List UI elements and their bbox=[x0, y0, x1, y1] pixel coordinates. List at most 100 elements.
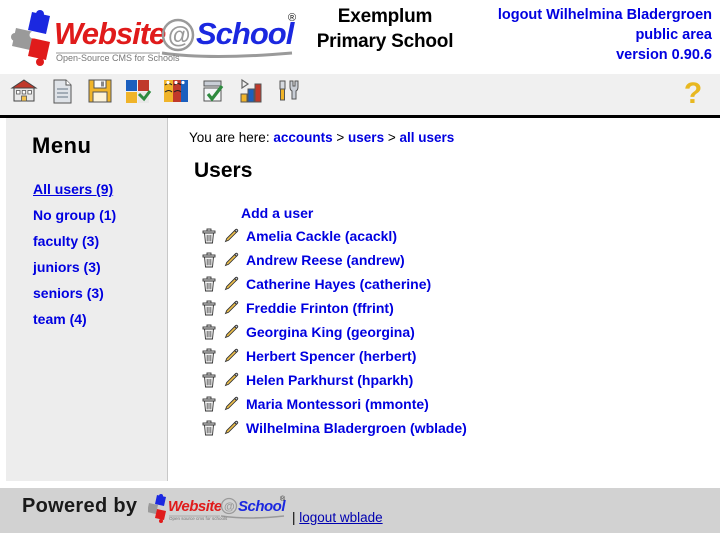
tools-icon[interactable] bbox=[274, 75, 306, 107]
pencil-icon[interactable] bbox=[221, 274, 241, 294]
footer-puzzle-mark bbox=[147, 494, 166, 523]
toolbar-icon-group bbox=[8, 75, 306, 107]
add-user-row: Add a user bbox=[241, 205, 720, 221]
help-glyph: ? bbox=[683, 77, 703, 110]
pencil-icon[interactable] bbox=[221, 322, 241, 342]
page-icon[interactable] bbox=[46, 75, 78, 107]
sidebar-item-all-users[interactable]: All users (9) bbox=[33, 181, 167, 197]
sidebar-link-all-users[interactable]: All users (9) bbox=[33, 181, 113, 197]
breadcrumb-separator-1: > bbox=[336, 130, 345, 145]
help-icon[interactable]: ? bbox=[680, 78, 706, 110]
pencil-icon[interactable] bbox=[221, 418, 241, 438]
footer-separator: | bbox=[292, 510, 296, 525]
user-link[interactable]: Helen Parkhurst (hparkh) bbox=[246, 372, 413, 388]
user-link[interactable]: Freddie Frinton (ffrint) bbox=[246, 300, 394, 316]
breadcrumb: You are here: accounts > users > all use… bbox=[189, 130, 720, 145]
logout-link[interactable]: logout Wilhelmina Bladergroen bbox=[498, 5, 712, 25]
breadcrumb-separator-2: > bbox=[387, 130, 396, 145]
pencil-icon[interactable] bbox=[221, 298, 241, 318]
svg-text:Open source cms for schools: Open source cms for schools bbox=[169, 516, 228, 521]
pencil-icon[interactable] bbox=[221, 370, 241, 390]
list-item: Maria Montessori (mmonte) bbox=[199, 392, 720, 416]
sidebar-item-faculty[interactable]: faculty (3) bbox=[33, 233, 167, 249]
pencil-icon[interactable] bbox=[221, 346, 241, 366]
breadcrumb-link-all-users[interactable]: all users bbox=[400, 130, 455, 145]
sidebar-link-no-group[interactable]: No group (1) bbox=[33, 207, 116, 223]
pencil-icon[interactable] bbox=[221, 226, 241, 246]
user-link[interactable]: Herbert Spencer (herbert) bbox=[246, 348, 416, 364]
trash-icon[interactable] bbox=[199, 394, 219, 414]
footer-logo[interactable]: Website @ School ® Open source cms for s… bbox=[147, 494, 288, 527]
header-status-block: logout Wilhelmina Bladergroen public are… bbox=[498, 5, 712, 65]
pencil-icon[interactable] bbox=[221, 394, 241, 414]
page-body: Menu All users (9) No group (1) faculty … bbox=[0, 118, 720, 481]
trash-icon[interactable] bbox=[199, 370, 219, 390]
add-user-button[interactable]: Add a user bbox=[241, 205, 313, 221]
svg-text:School: School bbox=[196, 16, 296, 51]
svg-text:®: ® bbox=[280, 495, 286, 503]
modules-icon[interactable] bbox=[122, 75, 154, 107]
sidebar-link-faculty[interactable]: faculty (3) bbox=[33, 233, 99, 249]
bottom-spacer bbox=[0, 533, 720, 544]
sidebar-item-team[interactable]: team (4) bbox=[33, 311, 167, 327]
site-logo[interactable]: Website @ School ® Open-Source CMS for S… bbox=[10, 8, 300, 66]
breadcrumb-link-users[interactable]: users bbox=[348, 130, 384, 145]
trash-icon[interactable] bbox=[199, 274, 219, 294]
user-link[interactable]: Maria Montessori (mmonte) bbox=[246, 396, 429, 412]
page-footer: Powered by Website @ School ® Open sourc… bbox=[0, 488, 720, 533]
sidebar-item-seniors[interactable]: seniors (3) bbox=[33, 285, 167, 301]
user-link[interactable]: Andrew Reese (andrew) bbox=[246, 252, 405, 268]
sidebar-link-team[interactable]: team (4) bbox=[33, 311, 87, 327]
trash-icon[interactable] bbox=[199, 250, 219, 270]
list-item: Freddie Frinton (ffrint) bbox=[199, 296, 720, 320]
svg-text:Open-Source CMS for Schools: Open-Source CMS for Schools bbox=[56, 53, 180, 63]
page-header: Website @ School ® Open-Source CMS for S… bbox=[0, 0, 720, 74]
list-item: Wilhelmina Bladergroen (wblade) bbox=[199, 416, 720, 440]
school-name: Exemplum Primary School bbox=[300, 4, 470, 54]
accounts-icon[interactable] bbox=[160, 75, 192, 107]
main-toolbar: ? bbox=[0, 74, 720, 118]
user-link[interactable]: Catherine Hayes (catherine) bbox=[246, 276, 431, 292]
tasks-icon[interactable] bbox=[198, 75, 230, 107]
list-item: Catherine Hayes (catherine) bbox=[199, 272, 720, 296]
trash-icon[interactable] bbox=[199, 226, 219, 246]
main-content: You are here: accounts > users > all use… bbox=[169, 118, 720, 481]
sidebar-title: Menu bbox=[32, 133, 92, 158]
trash-icon[interactable] bbox=[199, 322, 219, 342]
list-item: Amelia Cackle (acackl) bbox=[199, 224, 720, 248]
user-link[interactable]: Georgina King (georgina) bbox=[246, 324, 415, 340]
trash-icon[interactable] bbox=[199, 346, 219, 366]
school-name-line2: Primary School bbox=[316, 31, 454, 52]
sidebar-item-juniors[interactable]: juniors (3) bbox=[33, 259, 167, 275]
list-item: Herbert Spencer (herbert) bbox=[199, 344, 720, 368]
user-link[interactable]: Amelia Cackle (acackl) bbox=[246, 228, 397, 244]
pencil-icon[interactable] bbox=[221, 250, 241, 270]
trash-icon[interactable] bbox=[199, 418, 219, 438]
svg-text:@: @ bbox=[168, 22, 190, 48]
breadcrumb-link-accounts[interactable]: accounts bbox=[273, 130, 332, 145]
svg-text:@: @ bbox=[224, 501, 235, 513]
list-item: Helen Parkhurst (hparkh) bbox=[199, 368, 720, 392]
save-icon[interactable] bbox=[84, 75, 116, 107]
trash-icon[interactable] bbox=[199, 298, 219, 318]
sidebar-link-seniors[interactable]: seniors (3) bbox=[33, 285, 104, 301]
list-item: Andrew Reese (andrew) bbox=[199, 248, 720, 272]
breadcrumb-prefix: You are here: bbox=[189, 130, 270, 145]
puzzle-logo-mark bbox=[11, 10, 50, 66]
sidebar-link-juniors[interactable]: juniors (3) bbox=[33, 259, 101, 275]
sidebar-item-no-group[interactable]: No group (1) bbox=[33, 207, 167, 223]
svg-text:Website: Website bbox=[168, 498, 222, 515]
user-link[interactable]: Wilhelmina Bladergroen (wblade) bbox=[246, 420, 467, 436]
version-label: version 0.90.6 bbox=[616, 47, 712, 63]
school-name-line1: Exemplum bbox=[337, 6, 433, 27]
statistics-icon[interactable] bbox=[236, 75, 268, 107]
list-item: Georgina King (georgina) bbox=[199, 320, 720, 344]
powered-by-label: Powered by bbox=[22, 495, 138, 517]
home-icon[interactable] bbox=[8, 75, 40, 107]
sidebar: Menu All users (9) No group (1) faculty … bbox=[6, 118, 168, 481]
page-title: Users bbox=[194, 159, 253, 182]
svg-text:Website: Website bbox=[54, 16, 166, 51]
area-label: public area bbox=[635, 27, 712, 43]
footer-logout-link[interactable]: logout wblade bbox=[299, 510, 382, 525]
user-list: Amelia Cackle (acackl) Andrew Reese (and… bbox=[189, 224, 720, 440]
